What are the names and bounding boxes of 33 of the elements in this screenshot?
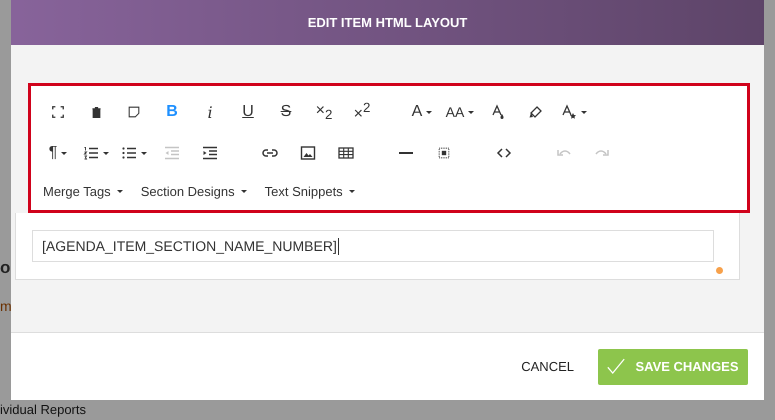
trash-icon: [90, 106, 102, 118]
table-icon: [338, 145, 354, 161]
indent-icon: [202, 145, 218, 161]
background-text: ividual Reports: [0, 402, 86, 417]
underline-button[interactable]: U: [229, 97, 267, 127]
checkmark-icon: [607, 358, 626, 375]
image-icon: [300, 145, 316, 161]
text-field[interactable]: [AGENDA_ITEM_SECTION_NAME_NUMBER]: [32, 230, 714, 262]
font-color-icon: [490, 104, 506, 120]
subscript-button[interactable]: ×$_{2}$: [305, 97, 343, 127]
note-icon: [127, 105, 141, 119]
highlighter-icon: [528, 104, 544, 120]
bullet-list-icon: [121, 145, 137, 161]
background-text: m: [0, 298, 12, 314]
horizontal-rule-icon: [399, 152, 413, 154]
cancel-button[interactable]: CANCEL: [515, 358, 580, 375]
dropdown-menu[interactable]: Section Designs: [136, 184, 251, 198]
modal-title: EDIT ITEM HTML LAYOUT: [308, 15, 468, 30]
font-family-button[interactable]: A: [403, 97, 441, 127]
font-style-icon: [561, 104, 577, 120]
italic-button[interactable]: i: [191, 97, 229, 127]
dropdown-menu[interactable]: Text Snippets: [260, 184, 359, 198]
background-text: o: [0, 258, 10, 278]
resize-dot: [716, 267, 723, 274]
dropdown-menu[interactable]: Merge Tags: [39, 184, 127, 198]
fullscreen-icon: [51, 105, 65, 119]
paragraph-button[interactable]: ¶: [39, 138, 77, 168]
font-size-button[interactable]: AA: [441, 97, 479, 127]
numbered-list-icon: [83, 145, 99, 161]
strike-button[interactable]: S: [267, 97, 305, 127]
superscript-button[interactable]: ×$^{2}$: [343, 97, 381, 127]
outdent-icon: [164, 145, 180, 161]
select-all-icon: [437, 146, 451, 160]
